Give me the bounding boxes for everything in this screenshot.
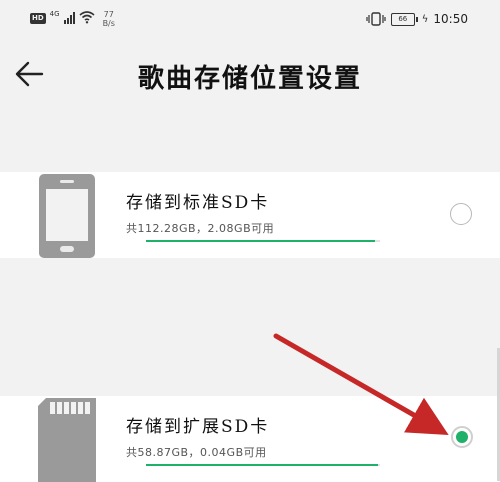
option-capacity: 共58.87GB，0.04GB可用 — [126, 446, 267, 459]
status-left: HD 4G 77 B/s — [30, 10, 115, 28]
signal-icon — [63, 12, 75, 24]
sd-card-icon — [38, 398, 96, 482]
option-standard-sd[interactable]: 存储到标准SD卡 共112.28GB，2.08GB可用 — [0, 172, 500, 258]
vibrate-icon — [366, 12, 386, 26]
option-title: 存储到扩展SD卡 — [126, 417, 270, 437]
storage-bar — [146, 240, 380, 242]
radio-button[interactable] — [451, 426, 473, 448]
network-speed-value: 77 — [103, 10, 114, 19]
status-right: 66 ϟ 10:50 — [366, 12, 468, 26]
header: 歌曲存储位置设置 — [0, 44, 500, 104]
option-title: 存储到标准SD卡 — [126, 193, 270, 213]
status-bar: HD 4G 77 B/s 66 ϟ 10:50 — [0, 0, 500, 40]
clock: 10:50 — [433, 12, 468, 26]
network-speed: 77 B/s — [103, 10, 115, 28]
wifi-icon — [79, 11, 95, 24]
network-type: 4G — [49, 10, 60, 18]
phone-icon — [39, 174, 95, 258]
option-capacity: 共112.28GB，2.08GB可用 — [126, 222, 275, 235]
network-speed-unit: B/s — [102, 19, 115, 28]
page-title: 歌曲存储位置设置 — [137, 64, 362, 94]
charging-icon: ϟ — [421, 13, 429, 25]
storage-bar-fill — [146, 240, 376, 242]
option-extended-sd[interactable]: 存储到扩展SD卡 共58.87GB，0.04GB可用 — [0, 396, 500, 482]
hd-icon: HD — [30, 13, 46, 24]
storage-bar — [146, 464, 380, 466]
battery-icon: 66 — [390, 12, 418, 26]
storage-bar-fill — [146, 464, 378, 466]
radio-button[interactable] — [450, 203, 472, 225]
